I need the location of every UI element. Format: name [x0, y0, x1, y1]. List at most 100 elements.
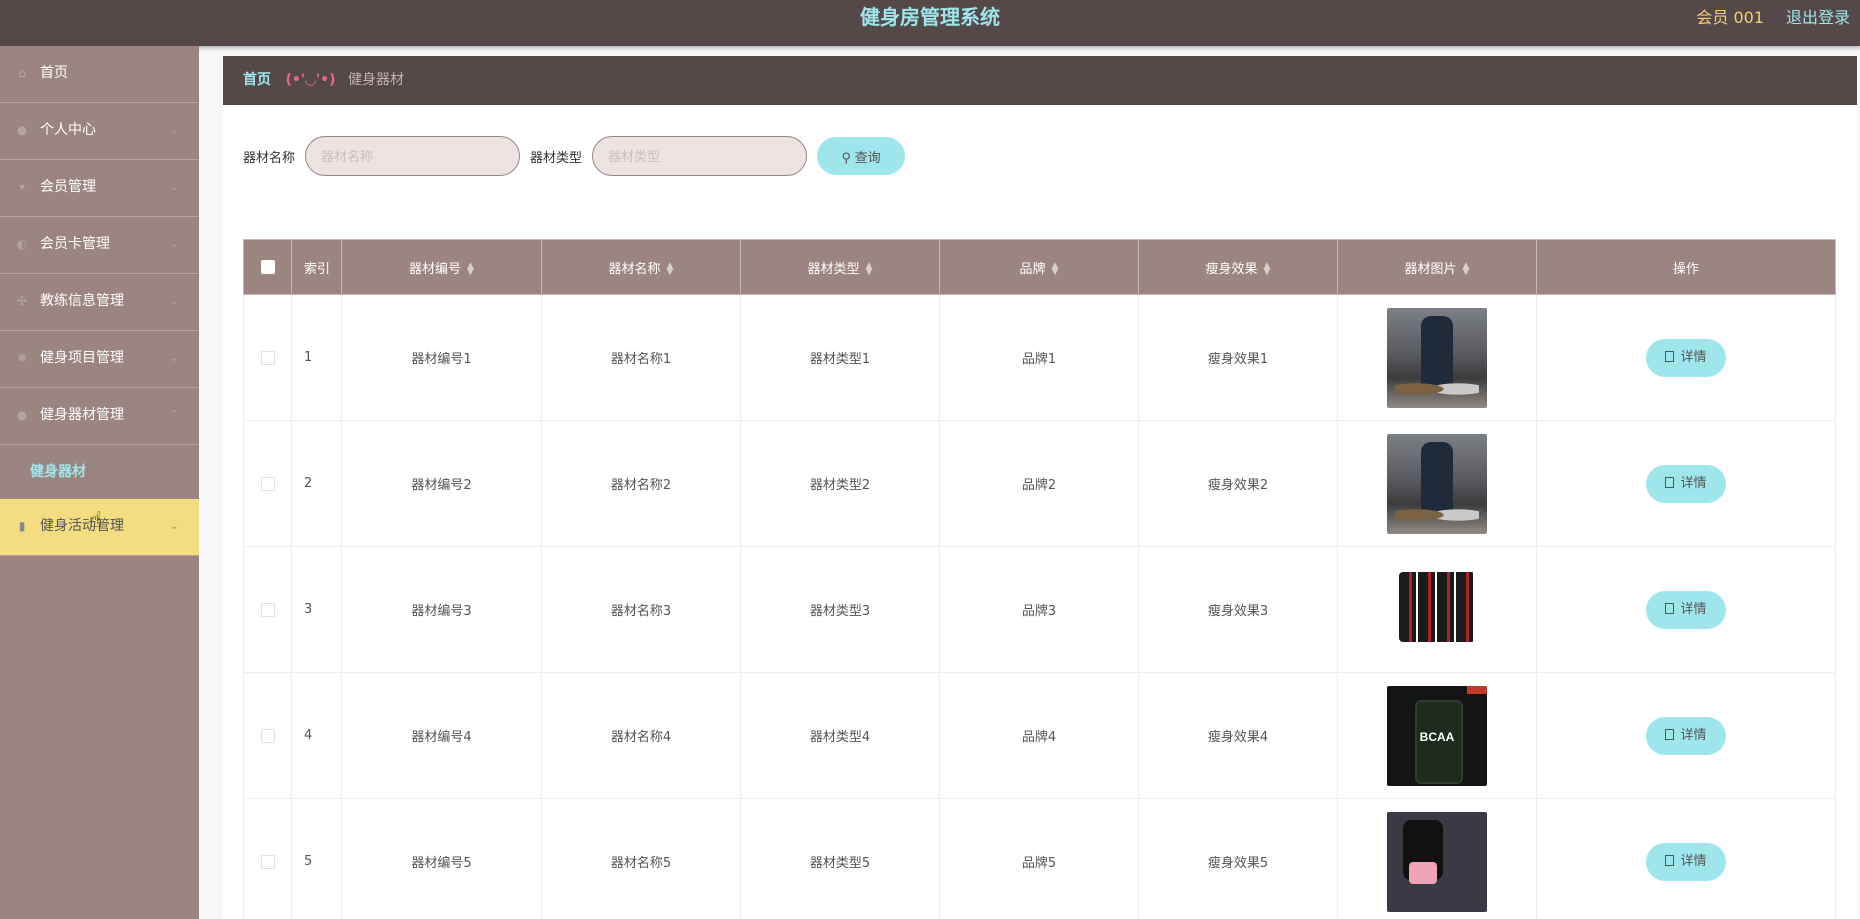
code-cell: 器材编号4 [341, 672, 542, 799]
sort-icon[interactable]: ▲ ▼ [1052, 262, 1059, 277]
sidebar-item-label: 健身项目管理 [40, 350, 124, 366]
detail-button[interactable]: 详情 [1646, 590, 1726, 629]
brand-cell: 品牌3 [939, 546, 1139, 673]
breadcrumb-separator: (•'◡'•) [285, 72, 336, 88]
image-cell [1337, 420, 1537, 547]
sidebar-item-label: 会员管理 [40, 179, 96, 195]
column-header-code[interactable]: 器材编号 ▲ ▼ [341, 239, 542, 295]
chevron-down-icon: ⌄ [169, 123, 179, 136]
effect-cell: 瘦身效果5 [1138, 798, 1338, 919]
name-cell: 器材名称3 [541, 546, 741, 673]
equipment-image[interactable] [1387, 811, 1487, 912]
sidebar-item-personal-center[interactable]: ● 个人中心 ⌄ [0, 103, 199, 160]
index-cell: 1 [291, 294, 342, 421]
code-cell: 器材编号1 [341, 294, 542, 421]
sidebar-item-label: 首页 [40, 65, 68, 81]
search-icon: ⚲ [841, 149, 851, 165]
chevron-down-icon: ⌄ [169, 237, 179, 250]
sort-icon[interactable]: ▲ ▼ [866, 262, 873, 277]
coach-icon: ✣ [16, 294, 28, 308]
column-header-image[interactable]: 器材图片 ▲ ▼ [1337, 239, 1537, 295]
row-select-cell [243, 798, 292, 919]
image-cell [1337, 294, 1537, 421]
brand-cell: 品牌2 [939, 420, 1139, 547]
column-header-name[interactable]: 器材名称 ▲ ▼ [541, 239, 741, 295]
document-icon [1665, 350, 1675, 362]
brand-cell: 品牌1 [939, 294, 1139, 421]
equipment-image[interactable] [1387, 307, 1487, 408]
document-icon [1665, 476, 1675, 488]
chevron-down-icon: ⌄ [169, 351, 179, 364]
actions-cell: 详情 [1536, 420, 1836, 547]
sort-icon[interactable]: ▲ ▼ [1463, 262, 1470, 277]
sidebar-item-project-management[interactable]: ✺ 健身项目管理 ⌄ [0, 331, 199, 388]
effect-cell: 瘦身效果2 [1138, 420, 1338, 547]
column-header-index: 索引 [291, 239, 342, 295]
row-select-cell [243, 294, 292, 421]
detail-button[interactable]: 详情 [1646, 338, 1726, 377]
logout-link[interactable]: 退出登录 [1786, 4, 1850, 28]
detail-button[interactable]: 详情 [1646, 716, 1726, 755]
breadcrumb-home[interactable]: 首页 [243, 72, 271, 88]
sort-icon[interactable]: ▲ ▼ [467, 262, 474, 277]
image-cell: BCAA [1337, 672, 1537, 799]
sidebar-item-label: 健身活动管理 [40, 518, 124, 534]
row-checkbox[interactable] [260, 854, 275, 869]
name-cell: 器材名称5 [541, 798, 741, 919]
type-input[interactable] [592, 136, 808, 176]
equipment-image[interactable] [1387, 559, 1487, 660]
table-header-row: 索引 器材编号 ▲ ▼ 器材名称 ▲ ▼ 器材类型 ▲ ▼ 品牌 ▲ ▼ 瘦身效果 ▲ ▼ 器材图片… [243, 239, 1836, 295]
sidebar-item-card-management[interactable]: ◐ 会员卡管理 ⌄ [0, 217, 199, 274]
row-checkbox[interactable] [260, 476, 275, 491]
name-cell: 器材名称4 [541, 672, 741, 799]
search-form: 器材名称 器材类型 ⚲ 查询 [243, 136, 906, 176]
brand-cell: 品牌5 [939, 798, 1139, 919]
sidebar-item-equipment-management[interactable]: ● 健身器材管理 ⌃ [0, 388, 199, 445]
select-all-checkbox[interactable] [260, 260, 275, 274]
sidebar-item-member-management[interactable]: ▾ 会员管理 ⌄ [0, 160, 199, 217]
code-cell: 器材编号3 [341, 546, 542, 673]
equipment-image[interactable] [1387, 433, 1487, 534]
table-row: 5 器材编号5 器材名称5 器材类型5 品牌5 瘦身效果5 详情 [243, 798, 1836, 919]
image-cell [1337, 798, 1537, 919]
chevron-down-icon: ⌄ [169, 180, 179, 193]
sort-icon[interactable]: ▲ ▼ [1264, 262, 1271, 277]
row-select-cell [243, 420, 292, 547]
name-label: 器材名称 [243, 150, 296, 166]
sidebar-subitem-equipment[interactable]: 健身器材 [0, 445, 199, 499]
index-cell: 3 [291, 546, 342, 673]
row-select-cell [243, 546, 292, 673]
row-checkbox[interactable] [260, 350, 275, 365]
column-header-brand[interactable]: 品牌 ▲ ▼ [939, 239, 1139, 295]
detail-button[interactable]: 详情 [1646, 464, 1726, 503]
row-select-cell [243, 672, 292, 799]
sidebar-item-label: 健身器材管理 [40, 407, 124, 423]
chevron-down-icon: ⌄ [169, 519, 179, 532]
type-cell: 器材类型1 [740, 294, 940, 421]
detail-button[interactable]: 详情 [1646, 842, 1726, 881]
card-icon: ◐ [16, 237, 28, 251]
name-input[interactable] [305, 136, 521, 176]
index-cell: 5 [291, 798, 342, 919]
type-cell: 器材类型3 [740, 546, 940, 673]
equipment-table: 索引 器材编号 ▲ ▼ 器材名称 ▲ ▼ 器材类型 ▲ ▼ 品牌 ▲ ▼ 瘦身效果 ▲ ▼ 器材图片… [243, 239, 1836, 919]
effect-cell: 瘦身效果4 [1138, 672, 1338, 799]
sort-icon[interactable]: ▲ ▼ [667, 262, 674, 277]
project-icon: ✺ [16, 351, 28, 365]
row-checkbox[interactable] [260, 602, 275, 617]
sidebar-item-coach-management[interactable]: ✣ 教练信息管理 ⌄ [0, 274, 199, 331]
name-cell: 器材名称1 [541, 294, 741, 421]
name-cell: 器材名称2 [541, 420, 741, 547]
app-title: 健身房管理系统 [860, 5, 1000, 29]
equipment-image[interactable]: BCAA [1387, 685, 1487, 786]
document-icon [1665, 854, 1675, 866]
type-cell: 器材类型2 [740, 420, 940, 547]
sidebar-item-home[interactable]: ⌂ 首页 [0, 46, 199, 103]
column-header-effect[interactable]: 瘦身效果 ▲ ▼ [1138, 239, 1338, 295]
column-header-type[interactable]: 器材类型 ▲ ▼ [740, 239, 940, 295]
hand-cursor-icon: ☝ [89, 508, 103, 533]
actions-cell: 详情 [1536, 798, 1836, 919]
table-row: 1 器材编号1 器材名称1 器材类型1 品牌1 瘦身效果1 详情 [243, 294, 1836, 421]
query-button[interactable]: ⚲ 查询 [817, 137, 906, 175]
row-checkbox[interactable] [260, 728, 275, 743]
